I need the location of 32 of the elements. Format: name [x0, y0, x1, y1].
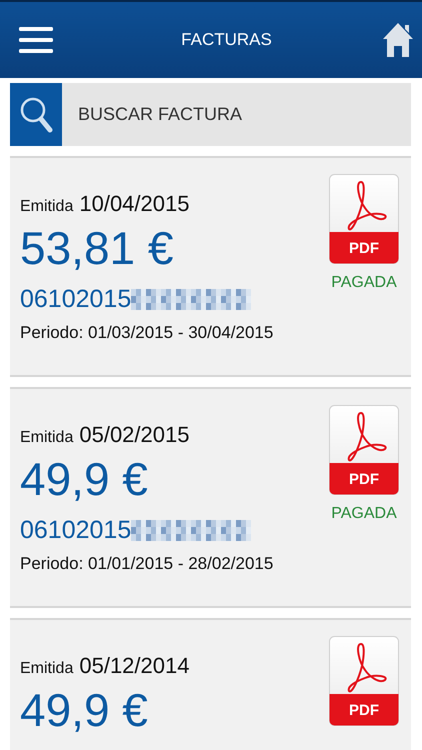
- pdf-button[interactable]: PDF: [329, 405, 399, 495]
- billing-period: Periodo: 01/01/2015 - 28/02/2015: [20, 554, 274, 574]
- invoice-amount: 53,81 €: [20, 221, 174, 275]
- invoice-card[interactable]: Emitida 05/02/2015 49,9 € 06102015 Periodo: 01/01/2015 - 28/02/2015 PDF PAGADA: [10, 387, 411, 608]
- screen-title: FACTURAS: [181, 30, 272, 50]
- invoice-number: 06102015: [20, 516, 132, 545]
- pdf-icon: [329, 405, 399, 495]
- invoice-card[interactable]: Emitida 10/04/2015 53,81 € 06102015 Periodo: 01/03/2015 - 30/04/2015 PDF PAGADA: [10, 156, 411, 377]
- issue-date: 05/02/2015: [79, 422, 190, 448]
- pdf-icon: [329, 174, 399, 264]
- search-field[interactable]: BUSCAR FACTURA: [62, 83, 411, 146]
- pdf-button[interactable]: PDF: [329, 636, 399, 726]
- invoice-card[interactable]: Emitida 05/12/2014 49,9 € PDF: [10, 618, 411, 750]
- pdf-icon: [329, 636, 399, 726]
- invoice-amount: 49,9 €: [20, 683, 149, 737]
- issued-label: Emitida: [20, 198, 74, 216]
- billing-period: Periodo: 01/03/2015 - 30/04/2015: [20, 323, 274, 343]
- issue-date: 05/12/2014: [79, 653, 190, 679]
- search-button[interactable]: [10, 83, 62, 146]
- home-icon: [382, 22, 414, 58]
- issued-label: Emitida: [20, 429, 74, 447]
- search-icon: [19, 96, 53, 134]
- invoice-amount: 49,9 €: [20, 452, 149, 506]
- menu-button[interactable]: [19, 26, 53, 54]
- pdf-button[interactable]: PDF: [329, 174, 399, 264]
- issued-label: Emitida: [20, 660, 74, 678]
- payment-status: PAGADA: [331, 505, 397, 523]
- issue-date: 10/04/2015: [79, 191, 190, 217]
- home-button[interactable]: [382, 22, 414, 58]
- invoice-number: 06102015: [20, 285, 132, 314]
- menu-icon: [19, 26, 53, 54]
- payment-status: PAGADA: [331, 274, 397, 292]
